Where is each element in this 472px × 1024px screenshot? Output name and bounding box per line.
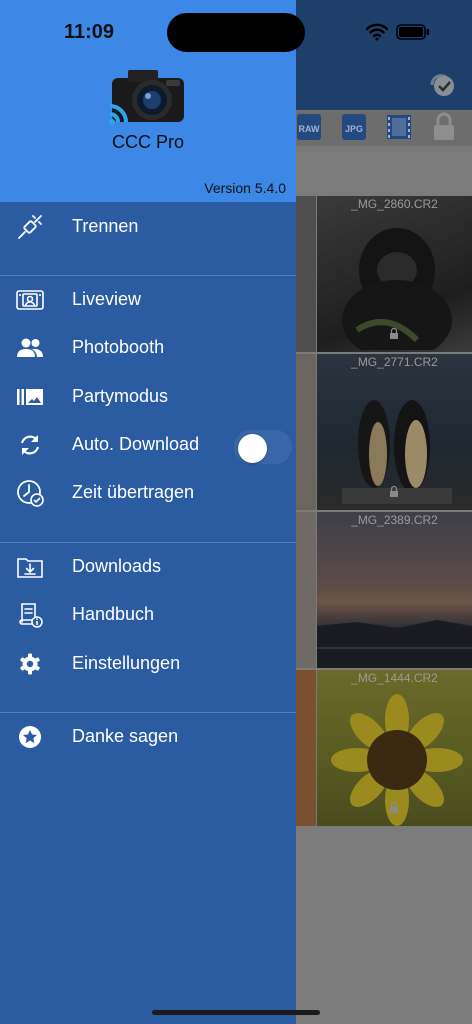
menu-item-photobooth[interactable]: Photobooth xyxy=(0,326,296,370)
lock-icon xyxy=(390,328,398,339)
app-name: CCC Pro xyxy=(111,132,184,152)
menu-label: Zeit übertragen xyxy=(72,482,195,502)
lock-icon xyxy=(390,802,398,813)
dynamic-island xyxy=(167,13,305,52)
app-version: Version 5.4.0 xyxy=(204,180,286,196)
sync-icon xyxy=(14,431,46,459)
photo-filename: _MG_2389.CR2 xyxy=(351,513,438,527)
menu-divider xyxy=(0,542,296,543)
people-icon xyxy=(14,334,46,362)
wifi-icon xyxy=(366,23,388,41)
menu-item-disconnect[interactable]: Trennen xyxy=(0,205,296,249)
camera-logo-icon xyxy=(109,70,184,125)
menu-label: Downloads xyxy=(72,556,162,576)
gallery-icon xyxy=(14,383,46,411)
svg-text:JPG: JPG xyxy=(345,124,363,134)
menu-label: Partymodus xyxy=(72,386,169,406)
download-folder-icon xyxy=(14,553,46,581)
menu-item-party-mode[interactable]: Partymodus xyxy=(0,375,296,419)
clock-check-icon xyxy=(14,479,46,507)
photo-thumbnail[interactable]: _MG_2771.CR2 xyxy=(317,354,472,510)
menu-item-liveview[interactable]: Liveview xyxy=(0,278,296,322)
star-badge-icon xyxy=(14,723,46,751)
menu-item-settings[interactable]: Einstellungen xyxy=(0,642,296,686)
status-time: 11:09 xyxy=(64,21,115,43)
menu-divider xyxy=(0,712,296,713)
menu-label: Danke sagen xyxy=(72,726,179,746)
menu-item-downloads[interactable]: Downloads xyxy=(0,545,296,589)
menu-label: Einstellungen xyxy=(72,653,181,673)
plug-icon xyxy=(14,213,46,241)
gear-icon xyxy=(14,650,46,678)
menu-item-say-thanks[interactable]: Danke sagen xyxy=(0,715,296,759)
side-drawer: 11:09 CCC Pro Version 5.4.0 Trennen Live… xyxy=(0,0,296,1024)
menu-label: Auto. Download xyxy=(72,434,200,454)
menu-label: Liveview xyxy=(72,289,142,309)
toggle-knob xyxy=(238,434,267,463)
photo-thumbnail[interactable] xyxy=(296,670,316,826)
photo-thumbnail[interactable] xyxy=(296,354,316,510)
photo-thumbnail[interactable]: _MG_2860.CR2 xyxy=(317,196,472,352)
photo-thumbnail[interactable] xyxy=(296,196,316,352)
raw-filter-icon[interactable]: RAW xyxy=(297,112,321,142)
camera-frame-icon xyxy=(14,286,46,314)
menu-divider xyxy=(0,275,296,276)
photo-filename: _MG_2860.CR2 xyxy=(351,197,438,211)
menu-label: Handbuch xyxy=(72,604,155,624)
battery-icon xyxy=(396,24,429,40)
sync-check-icon[interactable] xyxy=(426,70,456,100)
shoreline-image xyxy=(317,620,472,668)
menu-label: Trennen xyxy=(72,216,139,236)
lock-filter-icon[interactable] xyxy=(432,112,456,142)
auto-download-toggle[interactable] xyxy=(234,430,292,464)
menu-item-manual[interactable]: Handbuch xyxy=(0,593,296,637)
lock-icon xyxy=(390,486,398,497)
manual-icon xyxy=(14,601,46,629)
menu-label: Photobooth xyxy=(72,337,165,357)
svg-text:RAW: RAW xyxy=(299,124,321,134)
photo-filename: _MG_2771.CR2 xyxy=(351,355,438,369)
jpg-filter-icon[interactable]: JPG xyxy=(342,112,366,142)
menu-item-time-transfer[interactable]: Zeit übertragen xyxy=(0,471,296,515)
photo-thumbnail[interactable] xyxy=(296,512,316,668)
home-indicator xyxy=(152,1010,320,1015)
photo-filename: _MG_1444.CR2 xyxy=(351,671,438,685)
photo-thumbnail[interactable]: _MG_1444.CR2 xyxy=(317,670,472,826)
video-filter-icon[interactable] xyxy=(387,112,411,142)
photo-thumbnail[interactable]: _MG_2389.CR2 xyxy=(317,512,472,668)
